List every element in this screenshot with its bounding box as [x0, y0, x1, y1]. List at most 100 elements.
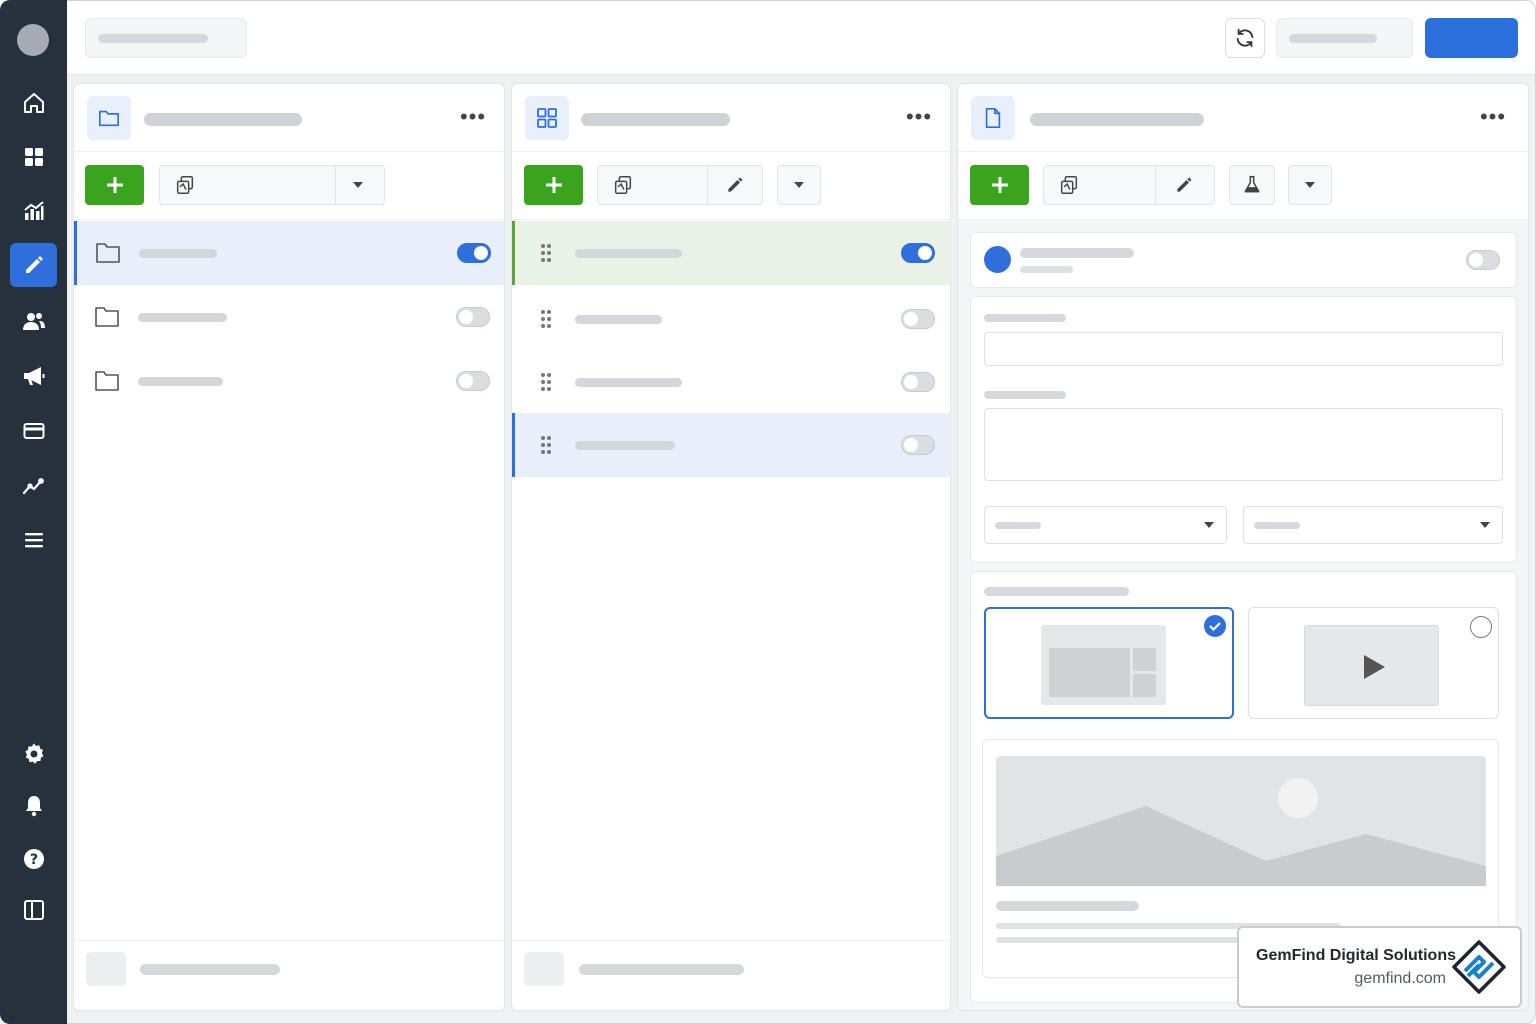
drag-handle-icon[interactable] [540, 243, 552, 263]
grid-layout-icon [525, 96, 569, 140]
select-field[interactable] [984, 506, 1227, 544]
edit-button[interactable] [1156, 166, 1214, 204]
panel-toolbar [74, 152, 504, 220]
form-card [970, 296, 1517, 563]
dashboard-grid-icon[interactable] [10, 135, 57, 179]
layout-grid-thumbnail [1041, 625, 1166, 705]
folder-icon [95, 307, 119, 327]
drag-handle-icon[interactable] [540, 309, 552, 329]
copy-icon [1060, 176, 1078, 194]
enable-toggle[interactable] [901, 372, 935, 392]
drag-handle-icon[interactable] [540, 372, 552, 392]
caption-line [996, 937, 1241, 943]
item-label [139, 249, 217, 258]
credit-card-icon[interactable] [10, 409, 57, 453]
add-button[interactable] [85, 165, 144, 205]
brand-badge: GemFind Digital Solutions gemfind.com [1237, 926, 1522, 1008]
footer-thumbnail [524, 952, 564, 986]
enable-toggle[interactable] [456, 307, 490, 327]
enable-toggle[interactable] [901, 435, 935, 455]
plus-icon [991, 177, 1008, 193]
layout-option-grid[interactable] [984, 607, 1234, 719]
panel-header: ••• [74, 84, 504, 152]
enable-toggle[interactable] [901, 243, 935, 263]
duplicate-button-group [159, 165, 385, 205]
status-subtitle [1020, 266, 1073, 273]
pencil-icon [727, 177, 743, 192]
status-toggle[interactable] [1466, 250, 1500, 270]
copy-icon [614, 176, 632, 194]
help-icon[interactable]: ? [10, 837, 57, 881]
enable-toggle[interactable] [901, 309, 935, 329]
field-label [984, 391, 1066, 399]
more-options-icon[interactable]: ••• [458, 104, 488, 130]
dropdown-button[interactable] [1288, 165, 1332, 205]
section-label [984, 587, 1129, 596]
enable-toggle[interactable] [457, 243, 491, 263]
item-label [575, 249, 682, 258]
list-item[interactable] [512, 287, 950, 351]
drag-handle-icon[interactable] [540, 435, 552, 455]
document-icon [971, 96, 1015, 140]
item-label [575, 315, 662, 324]
primary-action-button[interactable] [1425, 18, 1518, 58]
pencil-edit-icon[interactable] [10, 243, 57, 287]
dropdown-button[interactable] [336, 166, 384, 204]
sidebar-nav: ? [0, 0, 67, 1024]
name-field[interactable] [984, 332, 1503, 366]
add-button[interactable] [524, 165, 583, 205]
duplicate-button[interactable] [598, 166, 708, 204]
edit-button-group [597, 165, 763, 205]
footer-thumbnail [86, 952, 126, 986]
users-icon[interactable] [10, 299, 57, 343]
item-label [575, 441, 675, 450]
breadcrumb[interactable] [85, 18, 247, 58]
more-options-icon[interactable]: ••• [904, 104, 934, 130]
avatar[interactable] [17, 24, 49, 56]
analytics-chart-icon[interactable] [10, 189, 57, 233]
pencil-icon [1176, 177, 1192, 192]
edit-button[interactable] [708, 166, 762, 204]
more-options-icon[interactable]: ••• [1478, 104, 1508, 130]
panel-toggle-icon[interactable] [10, 888, 57, 932]
flask-icon [1244, 175, 1260, 193]
list-item[interactable] [74, 285, 504, 349]
panel-title [581, 113, 730, 126]
copy-icon [176, 176, 194, 194]
refresh-button[interactable] [1225, 18, 1265, 58]
layouts-panel: ••• [511, 83, 951, 1011]
gear-icon[interactable] [10, 732, 57, 776]
test-button[interactable] [1229, 165, 1275, 205]
folders-panel: ••• [73, 83, 505, 1011]
megaphone-icon[interactable] [10, 354, 57, 398]
list-item[interactable] [512, 350, 950, 414]
panel-header: ••• [958, 84, 1528, 152]
home-icon[interactable] [10, 81, 57, 125]
select-field[interactable] [1243, 506, 1503, 544]
field-label [984, 314, 1066, 322]
list-item[interactable] [512, 221, 950, 285]
layout-option-video[interactable] [1248, 607, 1499, 719]
enable-toggle[interactable] [456, 371, 490, 391]
chevron-down-icon [1480, 522, 1490, 528]
dropdown-button[interactable] [777, 165, 821, 205]
secondary-action-button[interactable] [1276, 18, 1413, 58]
duplicate-button[interactable] [160, 166, 337, 204]
chevron-down-icon [1204, 522, 1214, 528]
video-thumbnail [1304, 625, 1439, 706]
duplicate-button[interactable] [1044, 166, 1156, 204]
play-icon [1364, 655, 1385, 679]
list-item[interactable] [74, 349, 504, 413]
list-item[interactable] [74, 221, 504, 285]
folder-icon [95, 371, 119, 391]
edit-button-group [1043, 165, 1215, 205]
panel-title [1030, 113, 1204, 126]
menu-list-icon[interactable] [10, 518, 57, 562]
add-button[interactable] [970, 165, 1029, 205]
list-item[interactable] [512, 413, 950, 477]
description-field[interactable] [984, 408, 1503, 481]
trend-line-icon[interactable] [10, 464, 57, 508]
plus-icon [106, 177, 123, 193]
bell-icon[interactable] [10, 784, 57, 828]
detail-panel: ••• [957, 83, 1529, 1011]
